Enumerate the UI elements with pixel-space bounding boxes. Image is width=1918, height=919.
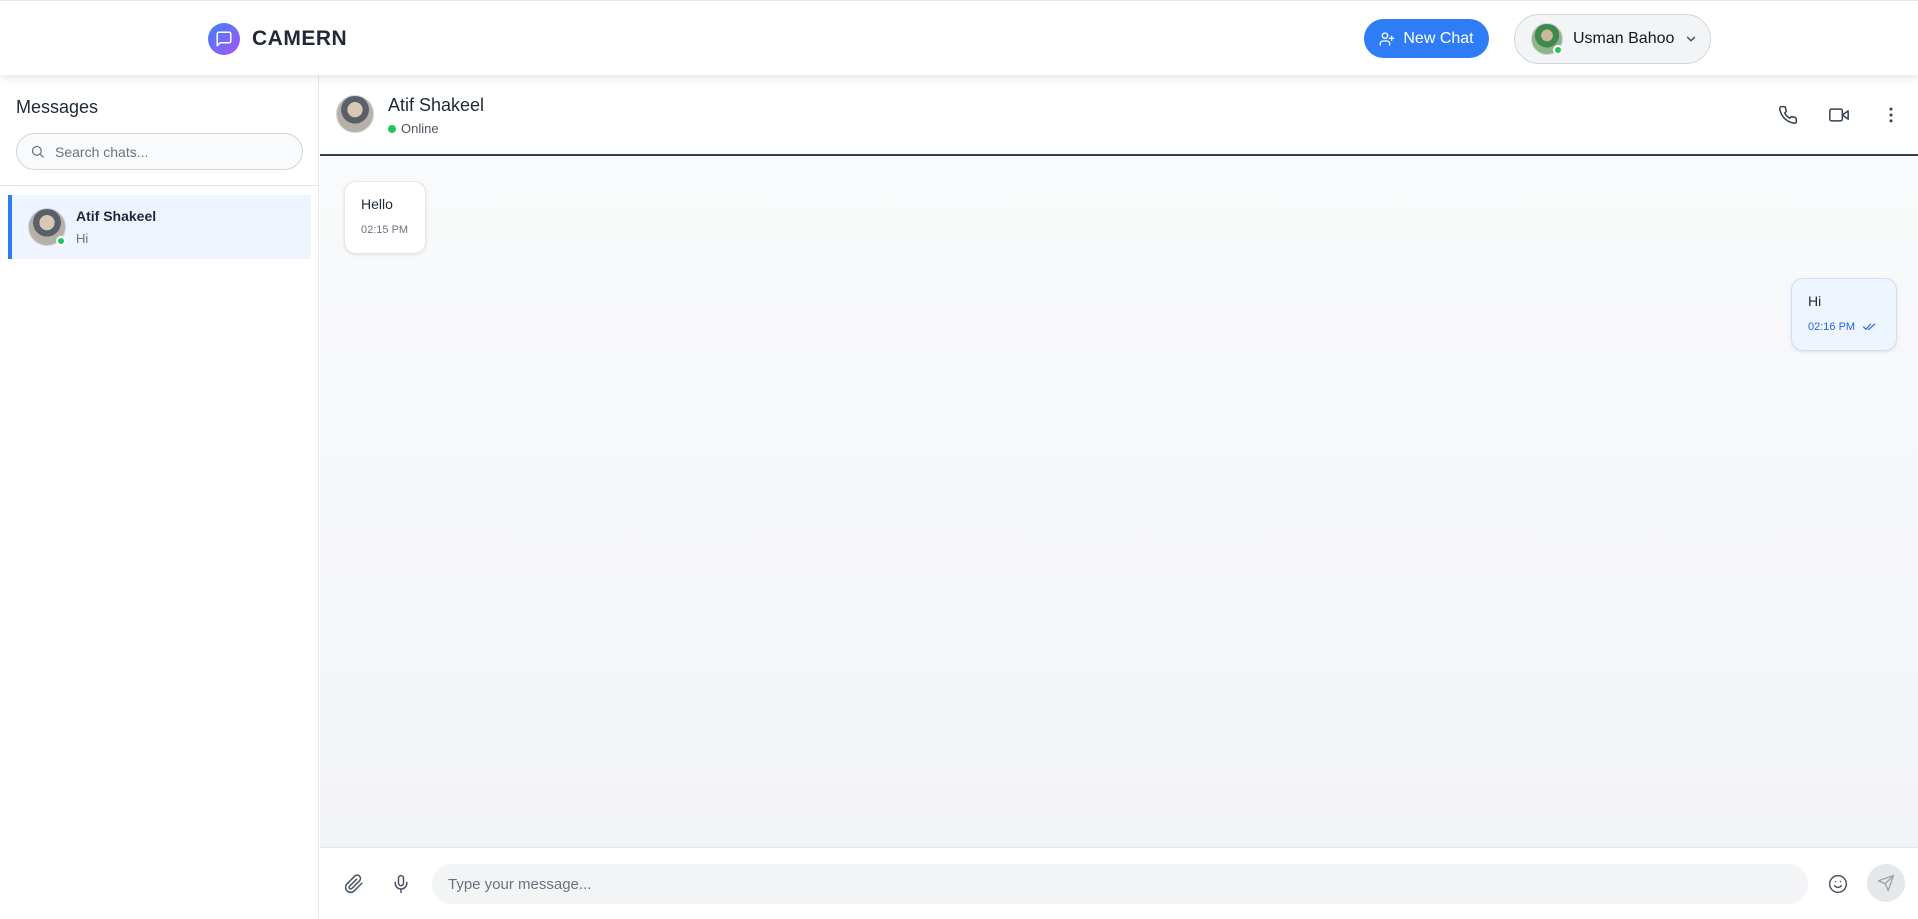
more-options-button[interactable] (1875, 99, 1907, 131)
user-name: Usman Bahoo (1573, 30, 1675, 47)
phone-icon (1778, 105, 1798, 125)
message-bubble-incoming: Hello 02:15 PM (344, 181, 426, 254)
paperclip-icon (344, 874, 364, 894)
message-thread: Hello 02:15 PM Hi 02:16 PM (320, 157, 1918, 847)
voice-message-button[interactable] (385, 868, 417, 900)
microphone-icon (391, 874, 411, 894)
chat-list-item[interactable]: Atif Shakeel Hi (8, 195, 311, 259)
conversation-header: Atif Shakeel Online (320, 75, 1918, 156)
message-bubble-outgoing: Hi 02:16 PM (1791, 278, 1897, 351)
message-text: Hello (361, 196, 393, 212)
send-icon (1877, 874, 1895, 892)
brand-name: CAMERN (252, 27, 348, 50)
search-box[interactable] (16, 133, 303, 170)
video-camera-icon (1829, 105, 1849, 125)
message-time: 02:15 PM (361, 224, 409, 236)
chat-bubble-icon (208, 23, 240, 55)
chat-app: CAMERN New Chat Usman Bahoo Messages Sea… (0, 0, 1918, 919)
send-button[interactable] (1867, 864, 1905, 902)
more-vertical-icon (1881, 105, 1901, 125)
emoji-button[interactable] (1822, 868, 1854, 900)
online-status-dot (1553, 45, 1563, 55)
double-check-icon (1863, 322, 1877, 332)
contact-name: Atif Shakeel (388, 95, 485, 115)
attach-button[interactable] (338, 868, 370, 900)
message-text: Hi (1808, 293, 1822, 309)
new-chat-label: New Chat (1403, 29, 1474, 47)
user-plus-icon (1379, 31, 1395, 47)
brand[interactable]: CAMERN (208, 23, 347, 55)
user-menu[interactable]: Usman Bahoo (1514, 14, 1711, 64)
contact-avatar[interactable] (336, 95, 374, 133)
contact-status: Online (388, 121, 439, 136)
sidebar-divider (0, 185, 318, 186)
search-icon (30, 144, 45, 159)
video-call-button[interactable] (1823, 99, 1855, 131)
message-timestamp: 02:16 PM (1808, 321, 1880, 333)
sidebar-title: Messages (16, 97, 99, 117)
online-status-dot (56, 236, 66, 246)
chevron-down-icon (1684, 32, 1698, 46)
emoji-icon (1828, 874, 1848, 894)
message-composer (320, 847, 1918, 919)
chat-item-preview: Hi (76, 231, 89, 246)
chat-item-name: Atif Shakeel (76, 208, 157, 224)
user-avatar (1531, 23, 1563, 55)
message-input[interactable] (432, 864, 1808, 904)
online-status-dot (388, 124, 396, 133)
top-bar: CAMERN New Chat Usman Bahoo (0, 0, 1918, 75)
new-chat-button[interactable]: New Chat (1364, 19, 1489, 58)
call-button[interactable] (1772, 99, 1804, 131)
contact-avatar (28, 208, 66, 246)
contact-status-label: Online (401, 121, 439, 136)
message-time: 02:16 PM (1808, 321, 1856, 333)
chat-sidebar: Messages Atif Shakeel Hi (0, 75, 319, 919)
message-timestamp: 02:15 PM (361, 224, 409, 236)
search-input[interactable] (55, 143, 285, 160)
